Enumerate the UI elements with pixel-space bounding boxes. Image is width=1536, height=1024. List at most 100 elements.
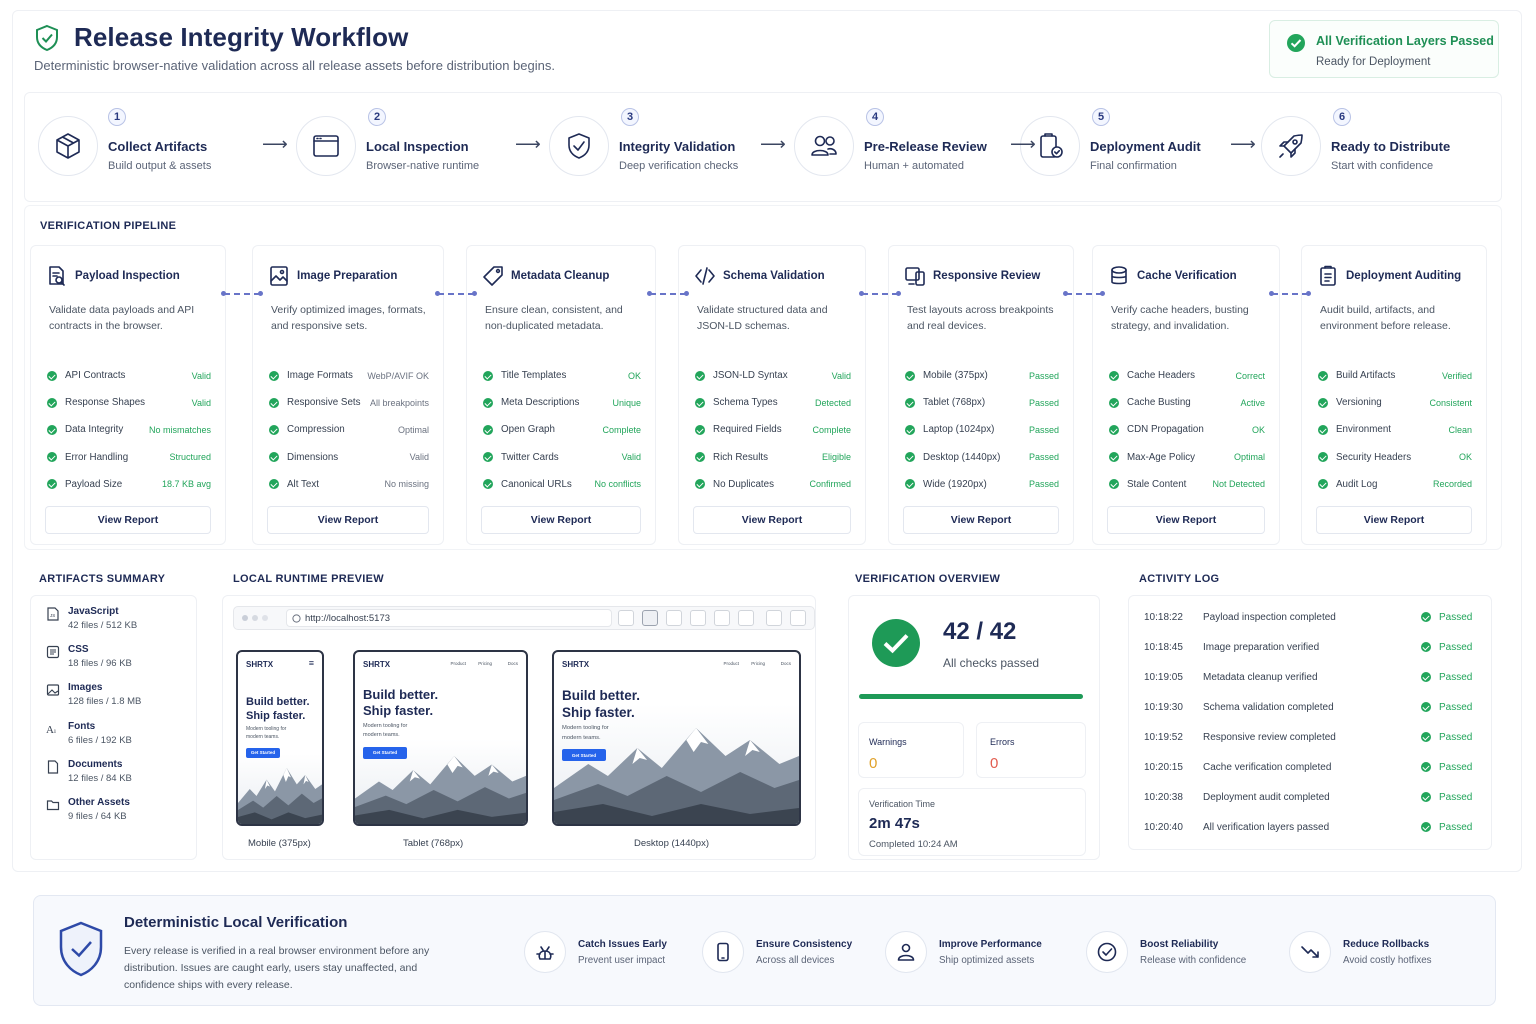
check-label: Max-Age Policy [1127,451,1196,463]
check-icon [695,452,705,463]
shield-check-icon [36,24,58,52]
rocket-icon [1261,116,1321,176]
check-icon [1318,479,1328,490]
tablet-view-button[interactable] [714,610,730,626]
folder-icon [46,798,60,812]
step-title: Ready to Distribute [1331,139,1451,154]
image-file-icon [46,684,60,696]
step-title: Local Inspection [366,139,469,154]
check-row: Desktop (1440px) Passed [905,444,1059,471]
preview-brand: SHRTX [363,660,391,669]
step-number: 1 [108,108,126,126]
benefit-subtitle: Release with confidence [1140,955,1247,966]
check-status: Passed [1028,370,1059,381]
view-report-button[interactable]: View Report [45,506,211,534]
phone-icon [717,942,729,962]
check-list: Build Artifacts Verified Versioning Consist… [1318,362,1472,498]
screenshot-button[interactable] [766,610,782,626]
user-gauge-icon [885,931,927,973]
time-label: Verification Time [869,799,936,809]
artifact-name: Other Assets [68,797,130,808]
check-icon [483,370,493,381]
view-report-button[interactable]: View Report [267,506,429,534]
activity-message: Cache verification completed [1203,762,1332,773]
progress-track [859,694,1083,699]
preview-nav-link[interactable]: Pricing [751,661,765,666]
url-bar[interactable]: http://localhost:5173 [286,609,612,627]
menu-icon[interactable]: ≡ [309,658,314,668]
check-row: Title Templates OK [483,362,641,389]
css-file-icon [46,646,60,659]
check-status: Optimal [1233,452,1265,463]
settings-button[interactable] [790,610,806,626]
check-status: Unique [612,397,641,408]
check-label: Stale Content [1127,478,1187,490]
mobile-view-button[interactable] [642,610,658,626]
check-label: No Duplicates [713,478,774,490]
check-status: OK [627,370,641,381]
check-status: Passed [1028,452,1059,463]
checks-score: 42 / 42 [943,618,1017,645]
check-label: Payload Size [65,478,123,490]
preview-headline: Ship faster. [246,709,306,722]
check-icon [1421,762,1431,772]
step-subtitle: Human + automated [864,160,964,172]
workflow-step-3[interactable]: 3 Integrity Validation Deep verification c… [549,94,779,204]
desktop-view-button[interactable] [666,610,682,626]
view-report-button[interactable]: View Report [481,506,641,534]
banner-text-line: distribution. Issues are caught early, u… [124,962,418,974]
preview-nav-link[interactable]: Product [723,661,739,666]
view-report-button[interactable]: View Report [1107,506,1265,534]
check-icon [47,397,57,408]
check-icon [47,479,57,490]
activity-row: 10:19:05 Metadata cleanup verified Passed [1130,662,1486,692]
check-icon [269,424,279,435]
preview-nav-link[interactable]: Docs [781,661,791,666]
activity-time: 10:20:38 [1144,792,1183,803]
benefit-title: Boost Reliability [1140,939,1219,950]
workflow-step-1[interactable]: 1 Collect Artifacts Build output & assets [38,94,268,204]
view-report-button[interactable]: View Report [1316,506,1472,534]
workflow-step-2[interactable]: 2 Local Inspection Browser-native runtime [296,94,526,204]
get-started-button[interactable]: Get Started [562,749,606,762]
pipeline-card: Deployment Auditing Audit build, artifact… [1301,245,1487,545]
view-report-button[interactable]: View Report [693,506,851,534]
preview-nav-link[interactable]: Pricing [478,661,492,666]
preview-nav-link[interactable]: Product [450,661,466,666]
svg-text:JS: JS [50,613,55,618]
page-title: Release Integrity Workflow [74,22,409,52]
check-row: Data Integrity No mismatches [47,416,211,443]
workflow-step-5[interactable]: 5 Deployment Audit Final confirmation [1020,94,1250,204]
pipeline-card: Payload Inspection Validate data payloads… [30,245,226,545]
pipeline-card-title: Cache Verification [1137,270,1237,282]
check-row: Stale Content Not Detected [1109,471,1265,498]
activity-heading: ACTIVITY LOG [1139,573,1220,585]
users-icon [811,135,837,156]
status-badge: All Verification Layers Passed Ready for… [1269,20,1499,78]
document-search-icon [45,264,69,288]
check-label: Versioning [1336,397,1382,409]
view-report-button[interactable]: View Report [903,506,1059,534]
search-icon[interactable] [618,610,634,626]
checks-summary: All checks passed [943,656,1040,670]
check-label: Data Integrity [65,424,124,436]
check-label: Twitter Cards [501,451,559,463]
check-status: 18.7 KB avg [161,479,211,490]
step-number: 6 [1333,108,1351,126]
get-started-button[interactable]: Get Started [363,746,407,759]
pipeline-card-desc: Verify cache headers, busting strategy, … [1111,304,1249,332]
preview-tagline: modern teams. [562,734,601,741]
get-started-button[interactable]: Get Started [246,747,280,758]
preview-nav-link[interactable]: Docs [508,661,518,666]
preview-headline: Build better. [363,687,439,702]
workflow-step-4[interactable]: 4 Pre-Release Review Human + automated [794,94,1024,204]
pipeline-card: Responsive Review Test layouts across bre… [888,245,1074,545]
check-status: Passed [1028,424,1059,435]
workflow-step-6[interactable]: 6 Ready to Distribute Start with confidenc… [1261,94,1491,204]
laptop-view-button[interactable] [690,610,706,626]
check-label: CDN Propagation [1127,424,1204,436]
check-icon [905,452,915,463]
activity-time: 10:19:30 [1144,702,1183,713]
rotate-button[interactable] [738,610,754,626]
check-icon [905,397,915,408]
